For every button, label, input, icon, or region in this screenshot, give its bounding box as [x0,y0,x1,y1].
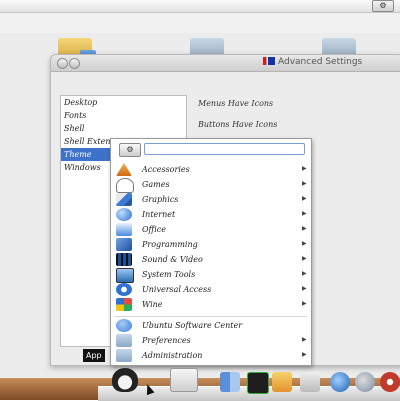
chevron-right-icon: ▶ [302,351,307,358]
terminal-icon[interactable] [247,372,269,394]
window-titlebar: Advanced Settings [51,55,400,72]
music-icon[interactable] [380,372,400,392]
top-panel: ⚙ [0,0,400,13]
menu-item-internet[interactable]: Internet ▶ [111,208,311,223]
globe-icon[interactable] [355,372,375,392]
chevron-right-icon: ▶ [302,225,307,232]
menu-item-label: Games [142,180,170,189]
finder-icon[interactable] [220,372,240,392]
chevron-right-icon: ▶ [302,165,307,172]
menu-item-label: Graphics [142,195,179,204]
wine-icon [116,298,132,311]
notes-icon[interactable] [272,372,292,392]
gear-icon[interactable]: ⚙ [119,143,141,157]
setting-label: Menus Have Icons [198,99,274,108]
menu-item-label: Preferences [142,336,191,345]
graphics-icon [116,193,132,206]
programming-icon [116,238,132,251]
accessories-icon [116,163,132,176]
home-icon[interactable] [170,368,198,392]
sound-video-icon [116,253,132,266]
menu-item-administration[interactable]: Administration ▶ [111,349,311,364]
menu-item-label: Wine [142,300,163,309]
menu-item-label: Programming [142,240,198,249]
chevron-right-icon: ▶ [302,180,307,187]
chevron-right-icon: ▶ [302,270,307,277]
menu-item-label: Universal Access [142,285,212,294]
menu-item-graphics[interactable]: Graphics ▶ [111,193,311,208]
sidebar-item-shell[interactable]: Shell [61,122,186,135]
menu-item-label: Sound & Video [142,255,203,264]
browser-icon[interactable] [330,372,350,392]
chevron-right-icon: ▶ [302,255,307,262]
menu-item-sound-video[interactable]: Sound & Video ▶ [111,253,311,268]
setting-label: Buttons Have Icons [198,120,278,129]
administration-icon [116,349,132,362]
menu-item-preferences[interactable]: Preferences ▶ [111,334,311,349]
menu-item-label: Administration [142,351,203,360]
system-tools-icon [116,268,134,283]
menu-item-label: Office [142,225,166,234]
office-icon [116,223,132,236]
universal-access-icon [116,283,132,296]
menu-item-label: System Tools [142,270,196,279]
application-menu: ⚙ Accessories ▶ Games ▶ Graphics ▶ Inter… [110,138,312,366]
window-title: Advanced Settings [263,57,362,67]
chevron-right-icon: ▶ [302,336,307,343]
sidebar-item-fonts[interactable]: Fonts [61,109,186,122]
menu-item-system-tools[interactable]: System Tools ▶ [111,268,311,283]
app-icon [263,57,275,65]
menu-item-office[interactable]: Office ▶ [111,223,311,238]
chevron-right-icon: ▶ [302,210,307,217]
menu-item-label: Ubuntu Software Center [142,321,243,330]
close-button[interactable] [57,58,68,69]
menu-item-universal-access[interactable]: Universal Access ▶ [111,283,311,298]
games-icon [116,178,134,193]
chevron-right-icon: ▶ [302,300,307,307]
tooltip: App [83,349,105,362]
search-input[interactable] [144,143,305,155]
menu-item-games[interactable]: Games ▶ [111,178,311,193]
gear-icon[interactable]: ⚙ [372,0,394,12]
menu-item-label: Internet [142,210,176,219]
chevron-right-icon: ▶ [302,285,307,292]
menu-item-ubuntu-software-center[interactable]: Ubuntu Software Center [111,319,311,334]
preferences-icon [116,334,132,347]
menu-item-programming[interactable]: Programming ▶ [111,238,311,253]
penguin-icon[interactable] [112,368,138,392]
internet-icon [116,208,132,221]
chevron-right-icon: ▶ [302,195,307,202]
minimize-button[interactable] [69,58,80,69]
chevron-right-icon: ▶ [302,240,307,247]
software-center-icon [116,319,132,332]
menu-item-wine[interactable]: Wine ▶ [111,298,311,313]
sidebar-item-desktop[interactable]: Desktop [61,96,186,109]
image-icon[interactable] [300,372,320,392]
window-title-text: Advanced Settings [278,57,363,67]
menu-separator [115,316,307,317]
desktop-strip [0,13,400,33]
menu-item-accessories[interactable]: Accessories ▶ [111,163,311,178]
menu-item-label: Accessories [142,165,190,174]
